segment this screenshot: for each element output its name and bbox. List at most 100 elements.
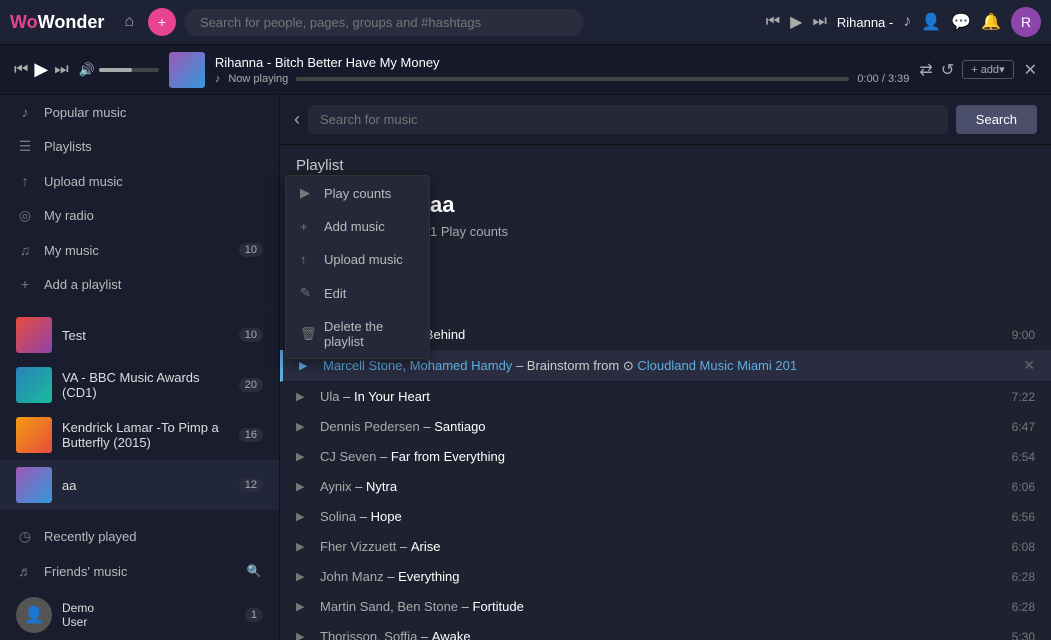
song-row[interactable]: ▶ Aynix – Nytra 6:06: [296, 472, 1035, 502]
source-icon: ⊙: [623, 358, 634, 373]
sidebar-item-my-music[interactable]: ♫ My music 10: [0, 233, 279, 267]
sidebar-item-add-playlist[interactable]: + Add a playlist: [0, 267, 279, 301]
sidebar-playlist-kendrick[interactable]: Kendrick Lamar -To Pimp a Butterfly (201…: [0, 410, 279, 460]
sidebar-item-popular-music[interactable]: ♪ Popular music: [0, 95, 279, 129]
prev-button[interactable]: ⏮: [14, 61, 28, 79]
sidebar-item-demo-user[interactable]: 👤 DemoUser 1: [0, 588, 279, 640]
playlist-title: aa: [430, 192, 1035, 218]
play-icon: ▶: [296, 540, 312, 553]
song-row[interactable]: ▶ John Manz – Everything 6:28: [296, 562, 1035, 592]
sidebar-item-label: Friends' music: [44, 564, 235, 579]
song-duration: 6:47: [1012, 420, 1035, 434]
song-row[interactable]: ▶ Ula – In Your Heart 7:22: [296, 382, 1035, 412]
context-upload-music[interactable]: ↑ Upload music: [286, 243, 429, 276]
track-title: Rihanna - Bitch Better Have My Money: [215, 55, 910, 70]
play-icon: ▶: [296, 510, 312, 523]
search-icon[interactable]: 🔍: [245, 564, 263, 578]
close-player-button[interactable]: ✕: [1024, 60, 1037, 80]
track-progress-area: ♪ Now playing 0:00 / 3:39: [215, 73, 910, 85]
sidebar-item-label: Recently played: [44, 529, 263, 544]
playlist-badge: 16: [239, 428, 263, 442]
user-icon[interactable]: 👤: [921, 12, 941, 32]
play-icon: ▶: [296, 480, 312, 493]
source-link[interactable]: Cloudland Music Miami 201: [637, 358, 797, 373]
playlist-thumb-aa: [16, 467, 52, 503]
play-pause-button[interactable]: ▶: [34, 59, 48, 80]
song-duration: 6:28: [1012, 570, 1035, 584]
shuffle-icon[interactable]: ⇄: [919, 60, 932, 80]
song-row[interactable]: ▶ Dennis Pedersen – Santiago 6:47: [296, 412, 1035, 442]
global-search-input[interactable]: [184, 9, 584, 36]
playlist-info: aa: [62, 478, 229, 493]
sidebar-item-my-radio[interactable]: ◎ My radio: [0, 198, 279, 233]
time-display: 0:00 / 3:39: [857, 73, 909, 85]
sidebar-item-playlists[interactable]: ☰ Playlists: [0, 129, 279, 164]
song-title: Thorisson, Soffia – Awake: [320, 629, 1004, 640]
song-row[interactable]: ▶ Fher Vizzuett – Arise 6:08: [296, 532, 1035, 562]
music-note-icon[interactable]: ♪: [903, 13, 911, 31]
bell-icon[interactable]: 🔔: [981, 12, 1001, 32]
track-info: Rihanna - Bitch Better Have My Money ♪ N…: [215, 55, 910, 85]
sidebar-item-label: Upload music: [44, 174, 263, 189]
song-title: Aynix – Nytra: [320, 479, 1004, 494]
user-name: DemoUser: [62, 601, 235, 629]
svg-text:R: R: [1021, 14, 1031, 30]
song-row[interactable]: ▶ Thorisson, Soffia – Awake 5:30: [296, 622, 1035, 640]
song-row[interactable]: ▶ Martin Sand, Ben Stone – Fortitude 6:2…: [296, 592, 1035, 622]
context-delete-playlist[interactable]: 🗑 Delete the playlist: [286, 310, 429, 358]
popular-music-icon: ♪: [16, 104, 34, 120]
close-song-button[interactable]: ✕: [1023, 357, 1035, 374]
play-icon: ▶: [296, 390, 312, 403]
sidebar-playlist-bbc[interactable]: VA - BBC Music Awards (CD1) 20: [0, 360, 279, 410]
sidebar-item-label: Popular music: [44, 105, 263, 120]
volume-slider[interactable]: [99, 68, 159, 72]
recently-played-icon: ◷: [16, 528, 34, 545]
volume-area: 🔊: [79, 62, 159, 78]
song-row[interactable]: ▶ CJ Seven – Far from Everything 6:54: [296, 442, 1035, 472]
chat-icon[interactable]: 💬: [951, 12, 971, 32]
main-layout: ♪ Popular music ☰ Playlists ↑ Upload mus…: [0, 95, 1051, 640]
song-list: ▶ Chris Deep – Left Behind 9:00 ▶ Marcel…: [280, 320, 1051, 640]
repeat-icon[interactable]: ↺: [941, 60, 954, 80]
add-music-icon: +: [300, 219, 316, 234]
add-to-playlist-button[interactable]: + add▾: [962, 60, 1013, 79]
context-menu: ▶ Play counts + Add music ↑ Upload music…: [285, 175, 430, 359]
sidebar-item-recently-played[interactable]: ◷ Recently played: [0, 519, 279, 554]
song-title: Fher Vizzuett – Arise: [320, 539, 1004, 554]
context-play-counts[interactable]: ▶ Play counts: [286, 176, 429, 210]
music-search-button[interactable]: Search: [956, 105, 1037, 134]
context-add-music[interactable]: + Add music: [286, 210, 429, 243]
playlist-info: VA - BBC Music Awards (CD1): [62, 370, 229, 400]
upload-music-icon: ↑: [300, 252, 316, 267]
now-playing-text: Now playing: [228, 73, 288, 85]
back-button[interactable]: ‹: [294, 109, 300, 130]
forward-button[interactable]: ⏭: [812, 13, 826, 31]
sidebar-playlist-aa[interactable]: aa 12: [0, 460, 279, 510]
player-thumbnail: [169, 52, 205, 88]
song-title: Martin Sand, Ben Stone – Fortitude: [320, 599, 1004, 614]
next-button[interactable]: ⏭: [54, 61, 68, 79]
context-edit[interactable]: ✎ Edit: [286, 276, 429, 310]
player-bar: ⏮ ▶ ⏭ 🔊 Rihanna - Bitch Better Have My M…: [0, 45, 1051, 95]
context-upload-music-label: Upload music: [324, 252, 403, 267]
sidebar-item-friends-music[interactable]: ♬ Friends' music 🔍: [0, 554, 279, 588]
playlist-badge: 12: [239, 478, 263, 492]
sidebar-playlist-test[interactable]: Test 10: [0, 310, 279, 360]
edit-icon: ✎: [300, 285, 316, 301]
artist-link[interactable]: Marcell Stone, Mohamed Hamdy: [323, 358, 512, 373]
sidebar-item-upload-music[interactable]: ↑ Upload music: [0, 164, 279, 198]
playlist-name: Kendrick Lamar -To Pimp a Butterfly (201…: [62, 420, 229, 450]
home-button[interactable]: ⌂: [118, 9, 140, 35]
song-duration: 6:06: [1012, 480, 1035, 494]
song-row[interactable]: ▶ Solina – Hope 6:56: [296, 502, 1035, 532]
music-search-input[interactable]: [308, 105, 948, 134]
back-button[interactable]: ⏮: [766, 13, 780, 31]
play-button[interactable]: ▶: [790, 12, 802, 32]
play-icon: ▶: [299, 359, 315, 372]
context-edit-label: Edit: [324, 286, 346, 301]
now-playing-artist: Rihanna -: [837, 15, 893, 30]
avatar[interactable]: R: [1011, 7, 1041, 37]
progress-bar[interactable]: [296, 77, 849, 81]
now-playing-label: ♪: [215, 73, 221, 85]
add-button[interactable]: +: [148, 8, 176, 36]
